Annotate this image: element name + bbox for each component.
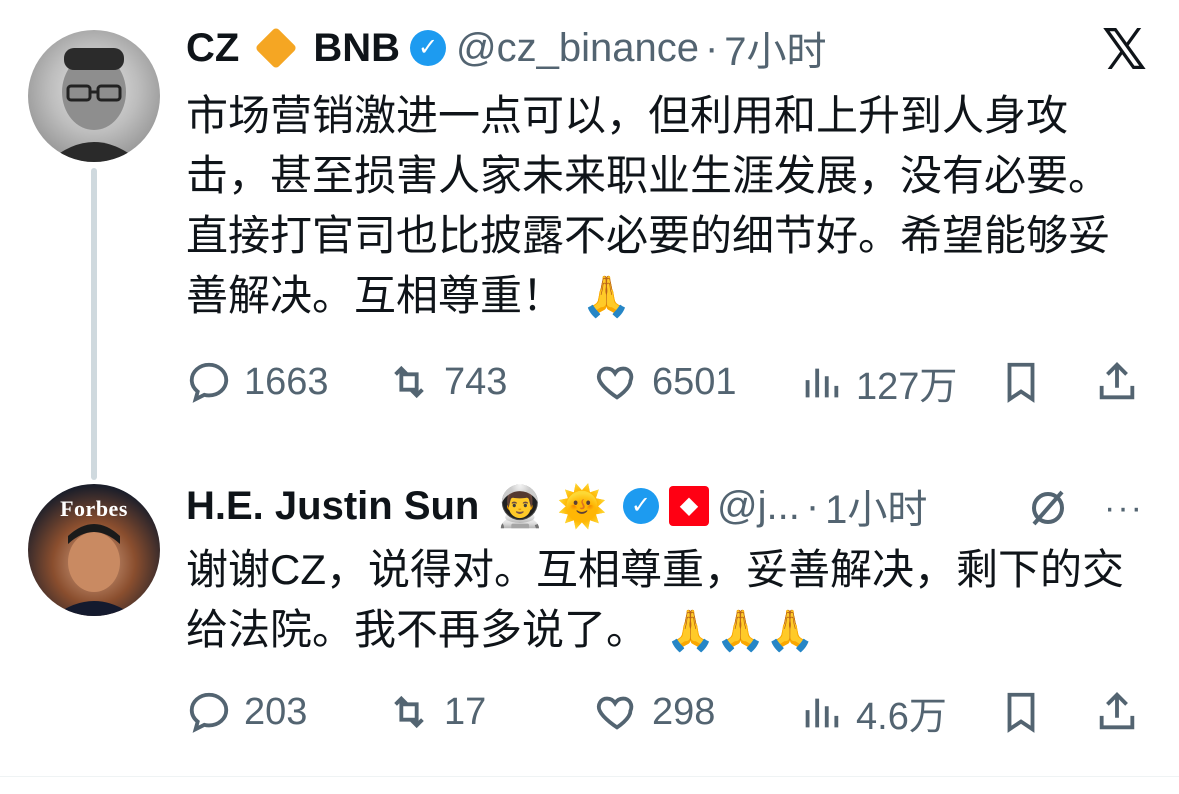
justin-sun-avatar-illustration xyxy=(54,524,134,616)
bookmark-button[interactable] xyxy=(998,682,1056,742)
view-count: 4.6万 xyxy=(856,695,947,738)
grok-icon[interactable] xyxy=(1024,484,1072,532)
verified-badge-icon: ✓ xyxy=(410,30,446,66)
user-handle[interactable]: @cz_binance xyxy=(456,26,699,71)
display-name[interactable]: CZ xyxy=(186,26,239,71)
retweet-button[interactable]: 743 xyxy=(386,352,507,412)
separator-dot: · xyxy=(704,25,719,70)
views-button[interactable]: 4.6万 xyxy=(798,682,947,742)
separator-dot: · xyxy=(805,483,820,528)
action-bar: 1663 743 6501 127万 xyxy=(186,352,1146,412)
tweet-time[interactable]: 7小时 xyxy=(724,19,826,77)
tweet-body: 谢谢CZ，说得对。互相尊重，妥善解决，剩下的交给法院。我不再多说了。 xyxy=(186,546,1124,653)
pray-emoji-icon: 🙏 xyxy=(581,275,632,319)
display-name-suffix[interactable]: BNB xyxy=(313,26,400,71)
reply-count: 1663 xyxy=(244,360,329,403)
views-icon xyxy=(805,368,839,398)
action-bar: 203 17 298 4.6万 xyxy=(186,682,1146,742)
bookmark-icon xyxy=(1007,692,1035,733)
avatar-cz[interactable] xyxy=(28,30,160,162)
more-icon[interactable]: ··· xyxy=(1100,484,1148,532)
bottom-divider xyxy=(0,776,1179,777)
share-button[interactable] xyxy=(1094,682,1152,742)
tweet-time[interactable]: 1小时 xyxy=(825,477,927,535)
tron-affiliate-icon: ◆ xyxy=(668,486,709,526)
view-count: 127万 xyxy=(856,365,958,408)
like-icon xyxy=(596,366,634,400)
verified-badge-icon: ✓ xyxy=(622,488,659,524)
like-button[interactable]: 298 xyxy=(594,682,715,742)
thread-connector-line xyxy=(91,168,97,480)
retweet-count: 17 xyxy=(444,690,487,733)
views-icon xyxy=(805,698,839,728)
share-button[interactable] xyxy=(1094,352,1152,412)
share-icon xyxy=(1099,692,1135,730)
like-button[interactable]: 6501 xyxy=(594,352,737,412)
reply-button[interactable]: 1663 xyxy=(186,352,329,412)
tweet-text: 谢谢CZ，说得对。互相尊重，妥善解决，剩下的交给法院。我不再多说了。 🙏🙏🙏 xyxy=(186,540,1146,661)
pray-emoji-icon: 🙏🙏🙏 xyxy=(665,609,816,653)
views-button[interactable]: 127万 xyxy=(798,352,957,412)
retweet-button[interactable]: 17 xyxy=(386,682,486,742)
like-count: 6501 xyxy=(652,360,737,403)
x-logo-icon[interactable]: 𝕏 xyxy=(1102,22,1147,78)
cz-avatar-illustration xyxy=(48,48,140,162)
like-count: 298 xyxy=(652,690,716,733)
reply-icon xyxy=(189,692,229,733)
sun-emoji-icon: 🌞 xyxy=(557,484,607,529)
bookmark-icon xyxy=(1007,362,1035,403)
display-name[interactable]: H.E. Justin Sun xyxy=(186,484,479,529)
bookmark-button[interactable] xyxy=(998,352,1056,412)
share-icon xyxy=(1099,362,1135,400)
retweet-icon xyxy=(394,365,424,399)
reply-icon xyxy=(189,362,229,403)
tweet-text: 市场营销激进一点可以，但利用和上升到人身攻击，甚至损害人家未来职业生涯发展，没有… xyxy=(186,86,1146,327)
avatar-justin-sun[interactable]: Forbes xyxy=(28,484,160,616)
tweet-header: H.E. Justin Sun 👨‍🚀 🌞 ✓ ◆ @j... · 1小时 xyxy=(186,476,927,536)
astronaut-emoji-icon: 👨‍🚀 xyxy=(495,484,546,529)
reply-button[interactable]: 203 xyxy=(186,682,307,742)
retweet-icon xyxy=(394,695,424,729)
user-handle[interactable]: @j... xyxy=(717,484,800,529)
tweet-header: CZ BNB ✓ @cz_binance · 7小时 xyxy=(186,18,827,78)
retweet-count: 743 xyxy=(444,360,508,403)
tweet-body: 市场营销激进一点可以，但利用和上升到人身攻击，甚至损害人家未来职业生涯发展，没有… xyxy=(186,92,1111,319)
reply-count: 203 xyxy=(244,690,308,733)
like-icon xyxy=(596,696,634,730)
bnb-diamond-icon xyxy=(255,26,298,70)
